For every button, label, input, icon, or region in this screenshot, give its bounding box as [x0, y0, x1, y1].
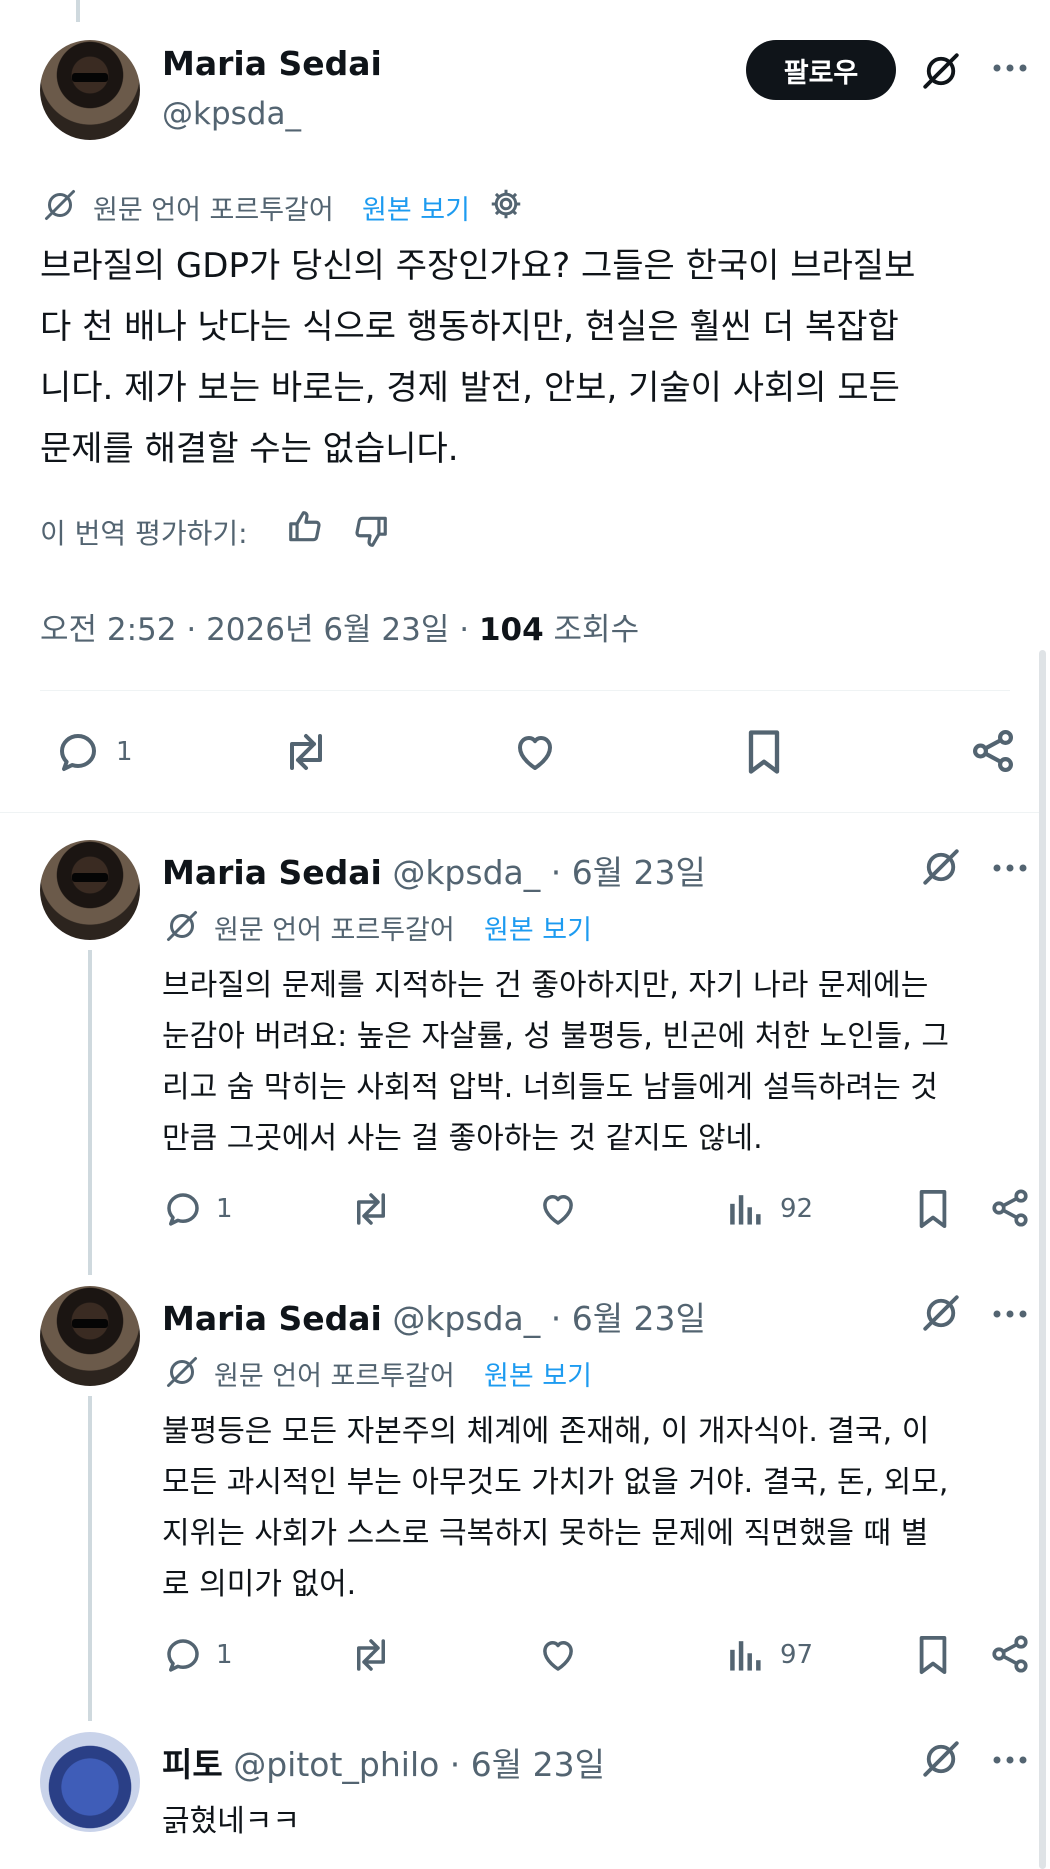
tweet-text-line: 브라질의 GDP가 당신의 주장인가요? 그들은 한국이 브라질보	[40, 246, 916, 286]
reply-icon[interactable]	[54, 728, 102, 776]
reply-header: Maria Sedai @kpsda_ · 6월 23일	[162, 846, 706, 894]
translation-note: 원문 언어 포르투갈어	[93, 195, 334, 226]
thumbs-down-icon[interactable]	[352, 512, 390, 550]
gear-icon[interactable]	[488, 186, 524, 222]
tweet-text-line: 니다. 제가 보는 바로는, 경제 발전, 안보, 기술이 사회의 모든	[40, 368, 900, 408]
view-original-link[interactable]: 원본 보기	[484, 908, 592, 947]
retweet-icon[interactable]	[348, 1188, 394, 1230]
translate-slash-icon	[42, 187, 78, 223]
author-name[interactable]: Maria Sedai	[162, 1299, 382, 1338]
more-icon[interactable]	[992, 1754, 1028, 1766]
thread-line-top	[76, 0, 80, 22]
translate-slash-icon	[164, 908, 200, 944]
views-count: 104	[478, 612, 544, 648]
views-icon[interactable]	[726, 1636, 762, 1674]
tweet-text: 브라질의 문제를 지적하는 건 좋아하지만, 자기 나라 문제에는 눈감아 버려…	[162, 960, 949, 1164]
author-handle[interactable]: @kpsda_	[392, 1299, 540, 1338]
tweet-text-line: 지위는 사회가 스스로 극복하지 못하는 문제에 직면했을 때 별	[162, 1516, 929, 1551]
avatar[interactable]	[40, 40, 140, 140]
tweet-text-line: 문제를 해결할 수는 없습니다.	[40, 429, 459, 469]
views-label: 조회수	[543, 612, 640, 648]
thread-line	[88, 950, 92, 1275]
divider	[0, 812, 1040, 813]
share-icon[interactable]	[988, 1632, 1032, 1676]
translation-note: 원문 언어 포르투갈어	[214, 1361, 455, 1392]
author-handle[interactable]: @kpsda_	[162, 96, 301, 132]
translation-note: 원문 언어 포르투갈어	[214, 915, 455, 946]
reply-icon[interactable]	[162, 1188, 204, 1230]
reply-count: 1	[116, 737, 133, 767]
translate-slash-icon	[164, 1354, 200, 1390]
avatar[interactable]	[40, 1732, 140, 1832]
view-original-link[interactable]: 원본 보기	[484, 1354, 592, 1393]
like-icon[interactable]	[536, 1634, 580, 1676]
like-icon[interactable]	[536, 1188, 580, 1230]
reply-count: 1	[216, 1194, 233, 1224]
tweet-text-line: 다 천 배나 낫다는 식으로 행동하지만, 현실은 훨씬 더 복잡합	[40, 307, 899, 347]
translate-slash-icon[interactable]	[920, 1292, 962, 1334]
author-handle[interactable]: @pitot_philo	[233, 1745, 439, 1784]
tweet-text-line: 불평등은 모든 자본주의 체계에 존재해, 이 개자식아. 결국, 이	[162, 1414, 930, 1449]
tweet-text-line: 브라질의 문제를 지적하는 건 좋아하지만, 자기 나라 문제에는	[162, 968, 929, 1003]
more-icon[interactable]	[992, 862, 1028, 874]
reply-header: 피토 @pitot_philo · 6월 23일	[162, 1738, 605, 1786]
rate-translation-label: 이 번역 평가하기:	[40, 517, 248, 550]
author-name[interactable]: 피토	[162, 1745, 223, 1784]
scrollbar[interactable]	[1039, 650, 1046, 1869]
reply-date[interactable]: · 6월 23일	[540, 1299, 706, 1338]
tweet-timestamp[interactable]: 오전 2:52 · 2026년 6월 23일 · 104 조회수	[40, 604, 639, 649]
author-name[interactable]: Maria Sedai	[162, 44, 382, 83]
avatar[interactable]	[40, 840, 140, 940]
tweet-text-line: 모든 과시적인 부는 아무것도 가치가 없을 거야. 결국, 돈, 외모,	[162, 1465, 949, 1500]
views-icon[interactable]	[726, 1190, 762, 1228]
bookmark-icon[interactable]	[742, 726, 786, 778]
reply-header: Maria Sedai @kpsda_ · 6월 23일	[162, 1292, 706, 1340]
tweet-text: 브라질의 GDP가 당신의 주장인가요? 그들은 한국이 브라질보 다 천 배나…	[40, 236, 915, 480]
views-count: 97	[780, 1640, 814, 1670]
like-icon[interactable]	[510, 728, 560, 776]
more-icon[interactable]	[992, 1308, 1028, 1320]
retweet-icon[interactable]	[348, 1634, 394, 1676]
share-icon[interactable]	[988, 1186, 1032, 1230]
tweet-text-line: 눈감아 버려요: 높은 자살률, 성 불평등, 빈곤에 처한 노인들, 그	[162, 1019, 949, 1054]
reply-date[interactable]: · 6월 23일	[439, 1745, 605, 1784]
tweet-text-line: 리고 숨 막히는 사회적 압박. 너희들도 남들에게 설득하려는 것	[162, 1070, 938, 1105]
bookmark-icon[interactable]	[914, 1632, 952, 1678]
retweet-icon[interactable]	[280, 728, 332, 776]
tweet-text: 긁혔네ㅋㅋ	[162, 1796, 300, 1847]
bookmark-icon[interactable]	[914, 1186, 952, 1232]
translate-slash-icon[interactable]	[920, 50, 962, 92]
tweet-text-line: 긁혔네ㅋㅋ	[162, 1804, 300, 1839]
tweet-text-line: 만큼 그곳에서 사는 걸 좋아하는 것 같지도 않네.	[162, 1121, 763, 1156]
divider	[40, 690, 1010, 691]
translate-slash-icon[interactable]	[920, 846, 962, 888]
view-original-link[interactable]: 원본 보기	[362, 188, 470, 227]
reply-icon[interactable]	[162, 1634, 204, 1676]
avatar[interactable]	[40, 1286, 140, 1386]
tweet-text-line: 로 의미가 없어.	[162, 1567, 357, 1602]
translate-slash-icon[interactable]	[920, 1738, 962, 1780]
thread-line	[88, 1396, 92, 1721]
thumbs-up-icon[interactable]	[286, 508, 324, 546]
more-icon[interactable]	[992, 62, 1028, 74]
follow-button[interactable]: 팔로우	[746, 40, 896, 100]
tweet-text: 불평등은 모든 자본주의 체계에 존재해, 이 개자식아. 결국, 이 모든 과…	[162, 1406, 948, 1610]
author-name[interactable]: Maria Sedai	[162, 853, 382, 892]
reply-count: 1	[216, 1640, 233, 1670]
author-handle[interactable]: @kpsda_	[392, 853, 540, 892]
timestamp-text: 오전 2:52 · 2026년 6월 23일 ·	[40, 612, 479, 648]
reply-date[interactable]: · 6월 23일	[540, 853, 706, 892]
share-icon[interactable]	[968, 726, 1018, 776]
views-count: 92	[780, 1194, 814, 1224]
